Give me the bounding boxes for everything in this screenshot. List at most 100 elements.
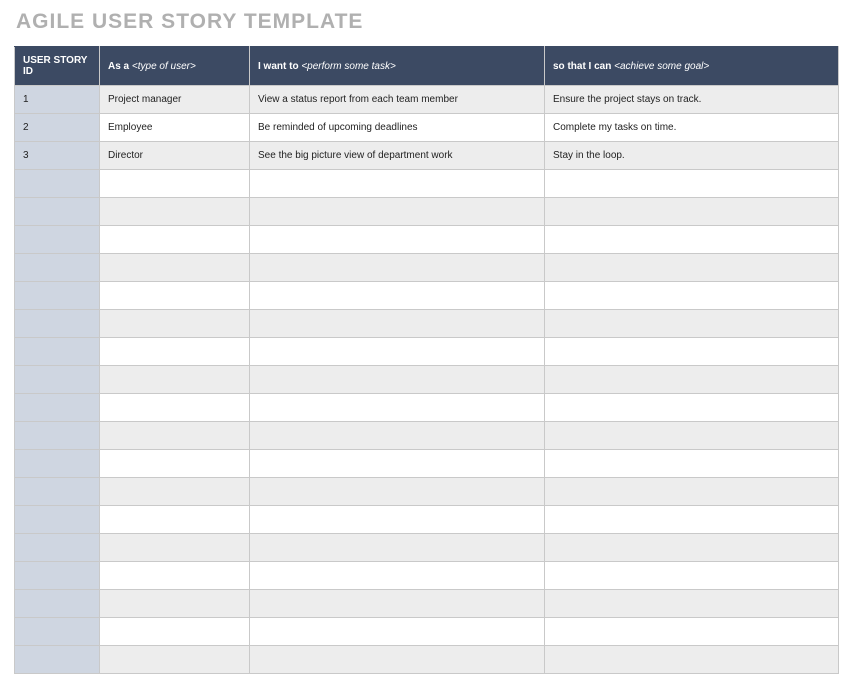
cell-so[interactable] bbox=[545, 198, 839, 226]
cell-as[interactable] bbox=[100, 226, 250, 254]
cell-as[interactable] bbox=[100, 338, 250, 366]
cell-id[interactable] bbox=[15, 394, 100, 422]
cell-id[interactable] bbox=[15, 618, 100, 646]
cell-id[interactable]: 3 bbox=[15, 142, 100, 170]
cell-as[interactable] bbox=[100, 366, 250, 394]
cell-want[interactable] bbox=[250, 590, 545, 618]
cell-want[interactable] bbox=[250, 310, 545, 338]
cell-as[interactable] bbox=[100, 506, 250, 534]
header-so-prefix: so that I can bbox=[553, 61, 611, 72]
cell-id[interactable] bbox=[15, 226, 100, 254]
cell-want[interactable] bbox=[250, 226, 545, 254]
cell-so[interactable] bbox=[545, 310, 839, 338]
cell-so[interactable] bbox=[545, 226, 839, 254]
cell-as[interactable] bbox=[100, 254, 250, 282]
cell-as[interactable] bbox=[100, 422, 250, 450]
cell-as[interactable] bbox=[100, 310, 250, 338]
cell-want[interactable]: View a status report from each team memb… bbox=[250, 86, 545, 114]
cell-want[interactable]: See the big picture view of department w… bbox=[250, 142, 545, 170]
cell-so[interactable]: Complete my tasks on time. bbox=[545, 114, 839, 142]
table-row bbox=[15, 282, 839, 310]
user-story-table: USER STORY ID As a <type of user> I want… bbox=[14, 46, 839, 674]
cell-want[interactable] bbox=[250, 618, 545, 646]
cell-want[interactable] bbox=[250, 422, 545, 450]
cell-as[interactable] bbox=[100, 562, 250, 590]
cell-so[interactable] bbox=[545, 590, 839, 618]
cell-so[interactable] bbox=[545, 646, 839, 674]
cell-as[interactable]: Employee bbox=[100, 114, 250, 142]
cell-want[interactable] bbox=[250, 478, 545, 506]
cell-want[interactable] bbox=[250, 338, 545, 366]
cell-id[interactable] bbox=[15, 534, 100, 562]
cell-so[interactable] bbox=[545, 450, 839, 478]
cell-so[interactable] bbox=[545, 170, 839, 198]
cell-id[interactable] bbox=[15, 338, 100, 366]
cell-want[interactable] bbox=[250, 254, 545, 282]
cell-as[interactable] bbox=[100, 646, 250, 674]
cell-id[interactable]: 2 bbox=[15, 114, 100, 142]
table-row bbox=[15, 534, 839, 562]
cell-want[interactable] bbox=[250, 282, 545, 310]
table-row: 1Project managerView a status report fro… bbox=[15, 86, 839, 114]
cell-want[interactable] bbox=[250, 198, 545, 226]
header-so-suffix: <achieve some goal> bbox=[614, 61, 709, 72]
cell-want[interactable] bbox=[250, 534, 545, 562]
cell-id[interactable] bbox=[15, 170, 100, 198]
cell-id[interactable] bbox=[15, 506, 100, 534]
cell-as[interactable] bbox=[100, 534, 250, 562]
cell-so[interactable] bbox=[545, 366, 839, 394]
cell-as[interactable] bbox=[100, 590, 250, 618]
cell-as[interactable] bbox=[100, 198, 250, 226]
table-header-row: USER STORY ID As a <type of user> I want… bbox=[15, 47, 839, 86]
table-row bbox=[15, 478, 839, 506]
header-want-prefix: I want to bbox=[258, 61, 299, 72]
cell-as[interactable]: Project manager bbox=[100, 86, 250, 114]
cell-id[interactable] bbox=[15, 310, 100, 338]
cell-id[interactable] bbox=[15, 562, 100, 590]
cell-so[interactable] bbox=[545, 282, 839, 310]
header-id: USER STORY ID bbox=[15, 47, 100, 86]
cell-id[interactable] bbox=[15, 422, 100, 450]
cell-as[interactable] bbox=[100, 282, 250, 310]
cell-want[interactable] bbox=[250, 394, 545, 422]
cell-so[interactable] bbox=[545, 506, 839, 534]
cell-as[interactable]: Director bbox=[100, 142, 250, 170]
cell-as[interactable] bbox=[100, 450, 250, 478]
cell-id[interactable] bbox=[15, 366, 100, 394]
cell-id[interactable] bbox=[15, 282, 100, 310]
cell-want[interactable] bbox=[250, 366, 545, 394]
cell-id[interactable] bbox=[15, 198, 100, 226]
cell-as[interactable] bbox=[100, 394, 250, 422]
cell-so[interactable] bbox=[545, 478, 839, 506]
cell-as[interactable] bbox=[100, 478, 250, 506]
cell-id[interactable] bbox=[15, 478, 100, 506]
cell-so[interactable] bbox=[545, 422, 839, 450]
cell-id[interactable] bbox=[15, 646, 100, 674]
cell-so[interactable]: Stay in the loop. bbox=[545, 142, 839, 170]
cell-want[interactable] bbox=[250, 450, 545, 478]
cell-so[interactable]: Ensure the project stays on track. bbox=[545, 86, 839, 114]
cell-id[interactable] bbox=[15, 590, 100, 618]
cell-so[interactable] bbox=[545, 394, 839, 422]
table-row: 2EmployeeBe reminded of upcoming deadlin… bbox=[15, 114, 839, 142]
cell-so[interactable] bbox=[545, 562, 839, 590]
cell-so[interactable] bbox=[545, 254, 839, 282]
cell-want[interactable]: Be reminded of upcoming deadlines bbox=[250, 114, 545, 142]
table-row bbox=[15, 590, 839, 618]
cell-as[interactable] bbox=[100, 618, 250, 646]
cell-so[interactable] bbox=[545, 338, 839, 366]
cell-want[interactable] bbox=[250, 562, 545, 590]
cell-want[interactable] bbox=[250, 646, 545, 674]
cell-id[interactable] bbox=[15, 450, 100, 478]
table-row bbox=[15, 618, 839, 646]
table-row bbox=[15, 170, 839, 198]
cell-so[interactable] bbox=[545, 534, 839, 562]
cell-id[interactable] bbox=[15, 254, 100, 282]
cell-so[interactable] bbox=[545, 618, 839, 646]
header-want-suffix: <perform some task> bbox=[301, 61, 395, 72]
cell-id[interactable]: 1 bbox=[15, 86, 100, 114]
cell-want[interactable] bbox=[250, 170, 545, 198]
header-so: so that I can <achieve some goal> bbox=[545, 47, 839, 86]
cell-want[interactable] bbox=[250, 506, 545, 534]
cell-as[interactable] bbox=[100, 170, 250, 198]
